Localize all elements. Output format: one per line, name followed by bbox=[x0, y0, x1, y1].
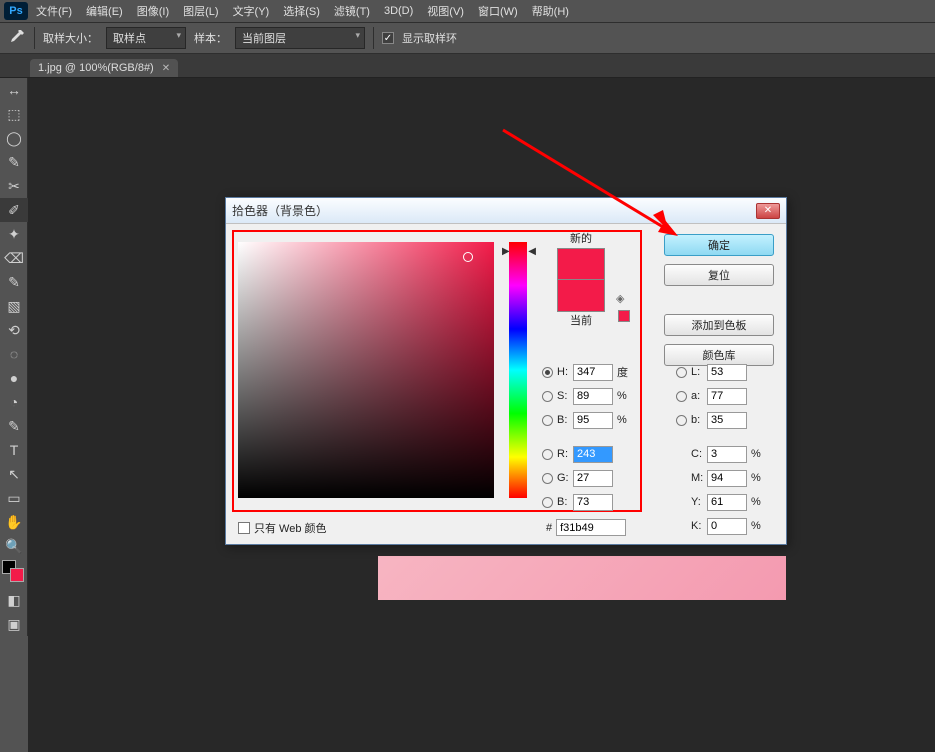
divider bbox=[373, 27, 374, 49]
menu-help[interactable]: 帮助(H) bbox=[528, 1, 573, 21]
sample-dropdown[interactable]: 当前图层 bbox=[235, 27, 365, 49]
tool-brush[interactable]: ⌫ bbox=[0, 246, 28, 270]
tool-wand[interactable]: ✎ bbox=[0, 150, 28, 174]
color-field[interactable] bbox=[238, 242, 494, 498]
r-input[interactable] bbox=[573, 446, 613, 463]
current-color-swatch[interactable] bbox=[557, 280, 605, 312]
menu-select[interactable]: 选择(S) bbox=[279, 1, 324, 21]
m-input[interactable] bbox=[707, 470, 747, 487]
a-input[interactable] bbox=[707, 388, 747, 405]
app-logo: Ps bbox=[4, 2, 28, 20]
b-input[interactable] bbox=[573, 412, 613, 429]
tool-pen[interactable]: ✎ bbox=[0, 414, 28, 438]
menu-window[interactable]: 窗口(W) bbox=[474, 1, 522, 21]
reset-button[interactable]: 复位 bbox=[664, 264, 774, 286]
background-color[interactable] bbox=[10, 568, 24, 582]
y-input[interactable] bbox=[707, 494, 747, 511]
web-only-label: 只有 Web 颜色 bbox=[254, 520, 327, 536]
s-input[interactable] bbox=[573, 388, 613, 405]
tool-shape[interactable]: ▭ bbox=[0, 486, 28, 510]
tool-screenmode[interactable]: ▣ bbox=[0, 612, 28, 636]
tool-history[interactable]: ▧ bbox=[0, 294, 28, 318]
g-input[interactable] bbox=[573, 470, 613, 487]
tool-quickmask[interactable]: ◧ bbox=[0, 588, 28, 612]
hex-label: # bbox=[546, 522, 552, 534]
tool-eraser[interactable]: ⟲ bbox=[0, 318, 28, 342]
tool-gradient[interactable]: ◌ bbox=[0, 342, 28, 366]
r-radio[interactable] bbox=[542, 449, 553, 460]
dialog-title: 拾色器（背景色） bbox=[232, 202, 328, 219]
menu-filter[interactable]: 滤镜(T) bbox=[330, 1, 374, 21]
rgb-b-input[interactable] bbox=[573, 494, 613, 511]
canvas-content bbox=[378, 556, 786, 600]
menu-image[interactable]: 图像(I) bbox=[133, 1, 173, 21]
tool-move[interactable]: ↔ bbox=[0, 78, 28, 102]
tool-blur[interactable]: ● bbox=[0, 366, 28, 390]
dialog-close-button[interactable]: ✕ bbox=[756, 203, 780, 219]
s-radio[interactable] bbox=[542, 391, 553, 402]
tool-dodge[interactable]: ◔ bbox=[0, 390, 28, 414]
menu-view[interactable]: 视图(V) bbox=[423, 1, 468, 21]
tab-title: 1.jpg @ 100%(RGB/8#) bbox=[38, 62, 154, 74]
tool-type[interactable]: T bbox=[0, 438, 28, 462]
color-swatches[interactable] bbox=[0, 558, 27, 588]
c-input[interactable] bbox=[707, 446, 747, 463]
b-radio[interactable] bbox=[542, 415, 553, 426]
show-ring-checkbox[interactable]: ✓ bbox=[382, 32, 394, 44]
gamut-swatch[interactable] bbox=[618, 310, 630, 322]
tools-panel: ↔ ⬚ ◯ ✎ ✂ ✐ ✦ ⌫ ✎ ▧ ⟲ ◌ ● ◔ ✎ T ↖ ▭ ✋ 🔍 … bbox=[0, 78, 28, 636]
tool-path[interactable]: ↖ bbox=[0, 462, 28, 486]
lab-b-input[interactable] bbox=[707, 412, 747, 429]
divider bbox=[34, 27, 35, 49]
lab-b-radio[interactable] bbox=[676, 415, 687, 426]
g-radio[interactable] bbox=[542, 473, 553, 484]
hue-slider[interactable] bbox=[509, 242, 527, 498]
color-picker-dialog: 拾色器（背景色） ✕ ▶◀ 新的 当前 ◈ 确定 复位 添加到色板 颜色库 H:… bbox=[225, 197, 787, 545]
a-radio[interactable] bbox=[676, 391, 687, 402]
color-field-marker[interactable] bbox=[463, 252, 473, 262]
document-tab-bar: 1.jpg @ 100%(RGB/8#) ✕ bbox=[0, 54, 935, 78]
tool-zoom[interactable]: 🔍 bbox=[0, 534, 28, 558]
h-radio[interactable] bbox=[542, 367, 553, 378]
options-bar: 取样大小： 取样点 样本： 当前图层 ✓ 显示取样环 bbox=[0, 22, 935, 54]
menu-bar: Ps 文件(F) 编辑(E) 图像(I) 图层(L) 文字(Y) 选择(S) 滤… bbox=[0, 0, 935, 22]
sample-size-dropdown[interactable]: 取样点 bbox=[106, 27, 186, 49]
k-input[interactable] bbox=[707, 518, 747, 535]
rgb-b-radio[interactable] bbox=[542, 497, 553, 508]
show-ring-label: 显示取样环 bbox=[402, 30, 457, 46]
h-input[interactable] bbox=[573, 364, 613, 381]
web-only-checkbox[interactable] bbox=[238, 522, 250, 534]
sample-size-label: 取样大小： bbox=[43, 30, 98, 46]
menu-edit[interactable]: 编辑(E) bbox=[82, 1, 127, 21]
dialog-titlebar[interactable]: 拾色器（背景色） ✕ bbox=[226, 198, 786, 224]
new-color-swatch bbox=[557, 248, 605, 280]
tool-stamp[interactable]: ✎ bbox=[0, 270, 28, 294]
menu-type[interactable]: 文字(Y) bbox=[229, 1, 274, 21]
tool-hand[interactable]: ✋ bbox=[0, 510, 28, 534]
tool-marquee[interactable]: ⬚ bbox=[0, 102, 28, 126]
tool-eyedropper[interactable]: ✐ bbox=[0, 198, 28, 222]
tool-crop[interactable]: ✂ bbox=[0, 174, 28, 198]
current-color-label: 当前 bbox=[546, 312, 616, 328]
hex-input[interactable] bbox=[556, 519, 626, 536]
l-radio[interactable] bbox=[676, 367, 687, 378]
menu-layer[interactable]: 图层(L) bbox=[179, 1, 222, 21]
l-input[interactable] bbox=[707, 364, 747, 381]
eyedropper-icon bbox=[8, 29, 26, 47]
menu-3d[interactable]: 3D(D) bbox=[380, 3, 417, 19]
menu-file[interactable]: 文件(F) bbox=[32, 1, 76, 21]
close-icon[interactable]: ✕ bbox=[162, 63, 170, 74]
gamut-warning-icon[interactable]: ◈ bbox=[616, 292, 624, 305]
document-tab[interactable]: 1.jpg @ 100%(RGB/8#) ✕ bbox=[30, 59, 178, 77]
sample-label: 样本： bbox=[194, 30, 227, 46]
add-swatch-button[interactable]: 添加到色板 bbox=[664, 314, 774, 336]
tool-heal[interactable]: ✦ bbox=[0, 222, 28, 246]
new-color-label: 新的 bbox=[546, 230, 616, 246]
ok-button[interactable]: 确定 bbox=[664, 234, 774, 256]
dialog-body: ▶◀ 新的 当前 ◈ 确定 复位 添加到色板 颜色库 H:度 S:% B:% R… bbox=[226, 224, 786, 544]
tool-lasso[interactable]: ◯ bbox=[0, 126, 28, 150]
